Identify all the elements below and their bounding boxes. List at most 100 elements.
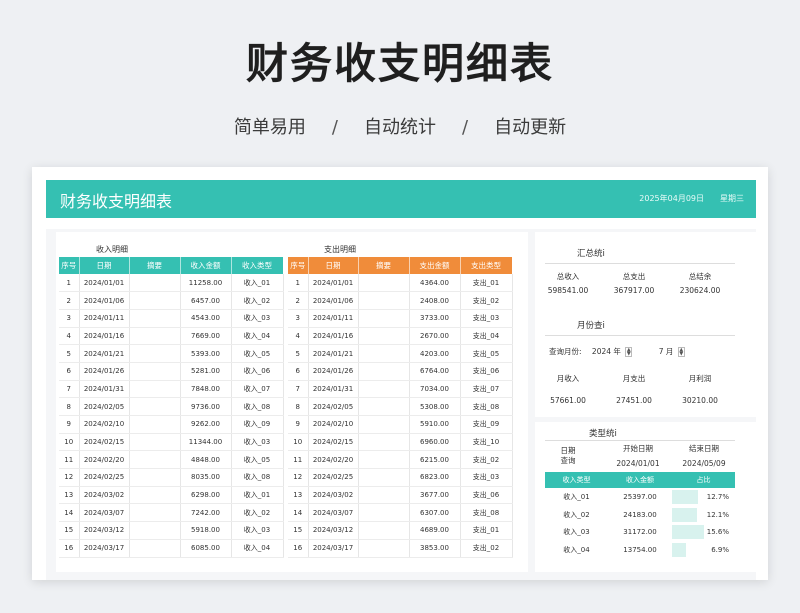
table-cell[interactable]: 4203.00 — [409, 344, 461, 363]
table-cell[interactable]: 1 — [59, 274, 80, 293]
table-cell[interactable]: 15 — [288, 521, 309, 540]
table-cell[interactable]: 收入_04 — [231, 539, 284, 558]
table-cell[interactable]: 8035.00 — [180, 468, 232, 487]
table-cell[interactable]: 6823.00 — [409, 468, 461, 487]
table-cell[interactable]: 16 — [288, 539, 309, 558]
table-cell[interactable] — [358, 486, 410, 505]
table-cell[interactable] — [358, 309, 410, 328]
table-cell[interactable]: 2024/02/15 — [79, 433, 130, 452]
table-cell[interactable]: 12 — [288, 468, 309, 487]
table-cell[interactable]: 6 — [59, 362, 80, 381]
table-cell[interactable]: 6960.00 — [409, 433, 461, 452]
table-cell[interactable]: 2024/02/10 — [308, 415, 359, 434]
table-cell[interactable]: 2024/03/02 — [308, 486, 359, 505]
table-cell[interactable]: 支出_06 — [460, 362, 513, 381]
table-cell[interactable]: 7 — [288, 380, 309, 399]
table-cell[interactable] — [358, 380, 410, 399]
table-cell[interactable]: 13 — [59, 486, 80, 505]
table-cell[interactable]: 收入_03 — [231, 433, 284, 452]
start-date-value[interactable]: 2024/01/01 — [605, 459, 671, 468]
table-cell[interactable]: 8 — [288, 397, 309, 416]
table-cell[interactable] — [129, 380, 181, 399]
table-cell[interactable]: 9 — [288, 415, 309, 434]
table-cell[interactable]: 10 — [288, 433, 309, 452]
table-cell[interactable]: 收入_03 — [231, 309, 284, 328]
table-cell[interactable]: 6215.00 — [409, 450, 461, 470]
table-cell[interactable] — [358, 397, 410, 416]
table-cell[interactable]: 7848.00 — [180, 380, 232, 399]
table-cell[interactable] — [129, 450, 181, 470]
table-cell[interactable] — [358, 468, 410, 487]
table-cell[interactable]: 2024/02/05 — [308, 397, 359, 416]
table-cell[interactable]: 2408.00 — [409, 291, 461, 310]
table-cell[interactable] — [129, 397, 181, 416]
table-cell[interactable]: 10 — [59, 433, 80, 452]
table-cell[interactable]: 支出_07 — [460, 380, 513, 399]
table-cell[interactable]: 3853.00 — [409, 539, 461, 558]
table-cell[interactable]: 支出_03 — [460, 309, 513, 328]
table-cell[interactable]: 11 — [59, 450, 80, 470]
table-cell[interactable]: 9 — [59, 415, 80, 434]
table-cell[interactable]: 3 — [59, 309, 80, 328]
table-cell[interactable]: 2024/01/06 — [79, 291, 130, 310]
table-cell[interactable] — [129, 327, 181, 346]
table-cell[interactable]: 4848.00 — [180, 450, 232, 470]
table-cell[interactable]: 2024/02/20 — [79, 450, 130, 470]
table-cell[interactable]: 6298.00 — [180, 486, 232, 505]
table-cell[interactable] — [358, 539, 410, 558]
table-cell[interactable]: 11 — [288, 450, 309, 470]
table-cell[interactable]: 2024/02/20 — [308, 450, 359, 470]
table-cell[interactable]: 支出_05 — [460, 344, 513, 363]
table-cell[interactable]: 5393.00 — [180, 344, 232, 363]
table-cell[interactable]: 2024/03/17 — [308, 539, 359, 558]
table-cell[interactable]: 2024/01/31 — [79, 380, 130, 399]
table-cell[interactable] — [358, 274, 410, 293]
table-cell[interactable]: 4364.00 — [409, 274, 461, 293]
table-cell[interactable]: 支出_02 — [460, 291, 513, 310]
table-cell[interactable]: 支出_10 — [460, 433, 513, 452]
table-cell[interactable] — [129, 433, 181, 452]
table-cell[interactable] — [358, 344, 410, 363]
table-cell[interactable]: 3 — [288, 309, 309, 328]
table-cell[interactable]: 支出_02 — [460, 450, 513, 470]
table-cell[interactable] — [129, 362, 181, 381]
table-cell[interactable]: 收入_08 — [231, 468, 284, 487]
table-cell[interactable]: 2024/03/02 — [79, 486, 130, 505]
table-cell[interactable]: 支出_03 — [460, 468, 513, 487]
table-cell[interactable]: 收入_07 — [231, 380, 284, 399]
month-stepper-icon[interactable]: ▲ ▼ — [677, 347, 685, 357]
table-cell[interactable]: 7 — [59, 380, 80, 399]
table-cell[interactable]: 收入_02 — [231, 291, 284, 310]
table-cell[interactable]: 2024/01/11 — [308, 309, 359, 328]
table-cell[interactable] — [129, 274, 181, 293]
table-cell[interactable]: 4543.00 — [180, 309, 232, 328]
table-cell[interactable]: 收入_03 — [231, 521, 284, 540]
table-cell[interactable] — [358, 521, 410, 540]
table-cell[interactable]: 1 — [288, 274, 309, 293]
table-cell[interactable]: 2024/03/07 — [79, 503, 130, 523]
table-cell[interactable]: 5 — [288, 344, 309, 363]
table-cell[interactable]: 2024/01/21 — [79, 344, 130, 363]
table-cell[interactable]: 2024/01/01 — [308, 274, 359, 293]
table-cell[interactable]: 9262.00 — [180, 415, 232, 434]
table-cell[interactable]: 2024/01/26 — [79, 362, 130, 381]
month-value[interactable]: 7 — [659, 347, 664, 356]
table-cell[interactable]: 15 — [59, 521, 80, 540]
table-cell[interactable]: 2024/02/10 — [79, 415, 130, 434]
table-cell[interactable]: 6085.00 — [180, 539, 232, 558]
table-cell[interactable]: 2670.00 — [409, 327, 461, 346]
table-cell[interactable]: 6 — [288, 362, 309, 381]
table-cell[interactable] — [358, 327, 410, 346]
table-cell[interactable]: 支出_01 — [460, 521, 513, 540]
table-cell[interactable]: 2024/01/06 — [308, 291, 359, 310]
table-cell[interactable]: 2024/03/17 — [79, 539, 130, 558]
table-cell[interactable]: 8 — [59, 397, 80, 416]
table-cell[interactable] — [129, 415, 181, 434]
table-cell[interactable]: 收入_01 — [231, 274, 284, 293]
table-cell[interactable]: 11344.00 — [180, 433, 232, 452]
table-cell[interactable]: 4689.00 — [409, 521, 461, 540]
table-cell[interactable] — [358, 433, 410, 452]
table-cell[interactable]: 3677.00 — [409, 486, 461, 505]
table-cell[interactable] — [129, 291, 181, 310]
table-cell[interactable]: 支出_02 — [460, 539, 513, 558]
